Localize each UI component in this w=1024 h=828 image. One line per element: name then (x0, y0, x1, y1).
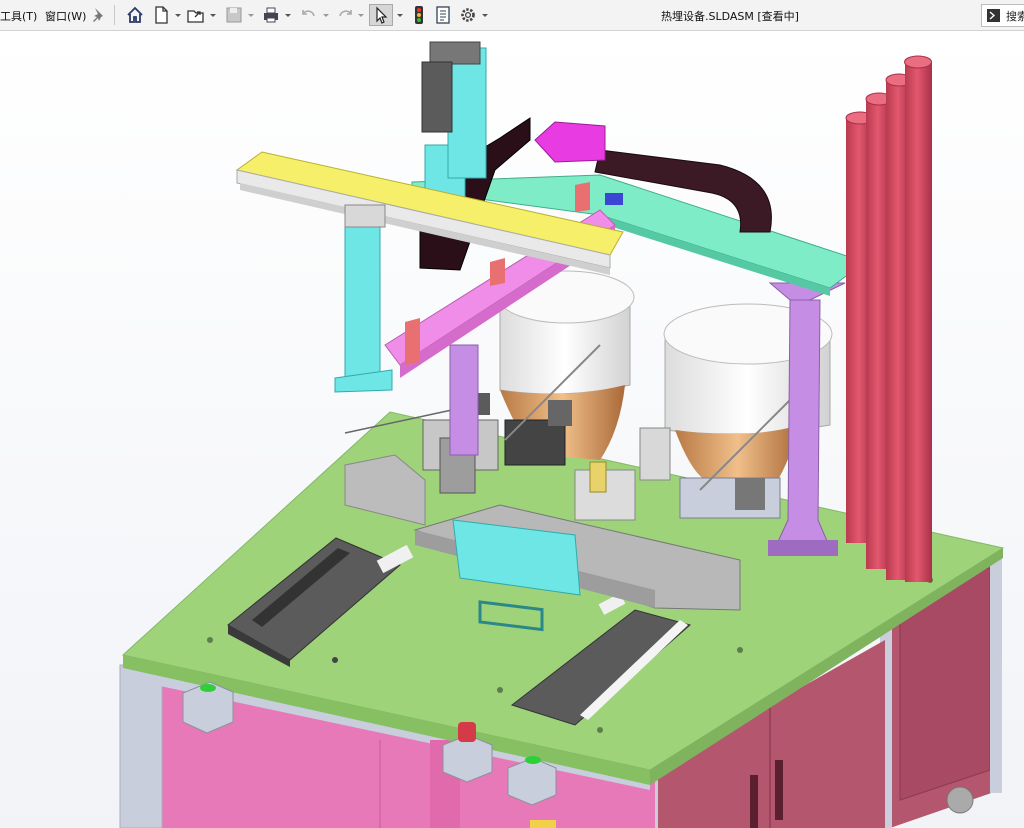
search-label: 搜索 (1006, 10, 1024, 23)
search-box[interactable]: 搜索 (981, 4, 1024, 27)
graphics-viewport[interactable] (0, 31, 1024, 828)
save-icon[interactable] (224, 5, 244, 25)
rebuild-icon[interactable] (409, 5, 429, 25)
new-document-icon[interactable] (151, 5, 171, 25)
print-dropdown-chevron-icon[interactable] (284, 9, 292, 21)
file-properties-icon[interactable] (433, 5, 453, 25)
print-icon[interactable] (261, 5, 281, 25)
options-icon[interactable] (458, 5, 478, 25)
document-title: 热埋设备.SLDASM [查看中] (661, 10, 799, 23)
redo-dropdown-chevron-icon[interactable] (357, 9, 365, 21)
options-dropdown-chevron-icon[interactable] (481, 9, 489, 21)
select-icon[interactable] (369, 4, 393, 26)
open-dropdown-chevron-icon[interactable] (209, 9, 217, 21)
command-toolbar: 工具(T) 窗口(W) 热埋设备.SLDASM [查看中] 搜索 (0, 0, 1024, 31)
new-dropdown-chevron-icon[interactable] (174, 9, 182, 21)
menu-window[interactable]: 窗口(W) (45, 8, 86, 24)
save-dropdown-chevron-icon[interactable] (247, 9, 255, 21)
open-icon[interactable] (186, 5, 206, 25)
material-tubes (845, 55, 932, 582)
select-dropdown-chevron-icon[interactable] (396, 9, 404, 21)
menu-tools[interactable]: 工具(T) (0, 8, 37, 24)
command-search-icon (987, 9, 1000, 22)
redo-icon[interactable] (335, 5, 355, 25)
pin-icon[interactable] (89, 5, 109, 25)
toolbar-separator (114, 5, 115, 25)
assembly-model[interactable] (0, 31, 1024, 828)
home-icon[interactable] (125, 5, 145, 25)
undo-icon[interactable] (299, 5, 319, 25)
undo-dropdown-chevron-icon[interactable] (322, 9, 330, 21)
